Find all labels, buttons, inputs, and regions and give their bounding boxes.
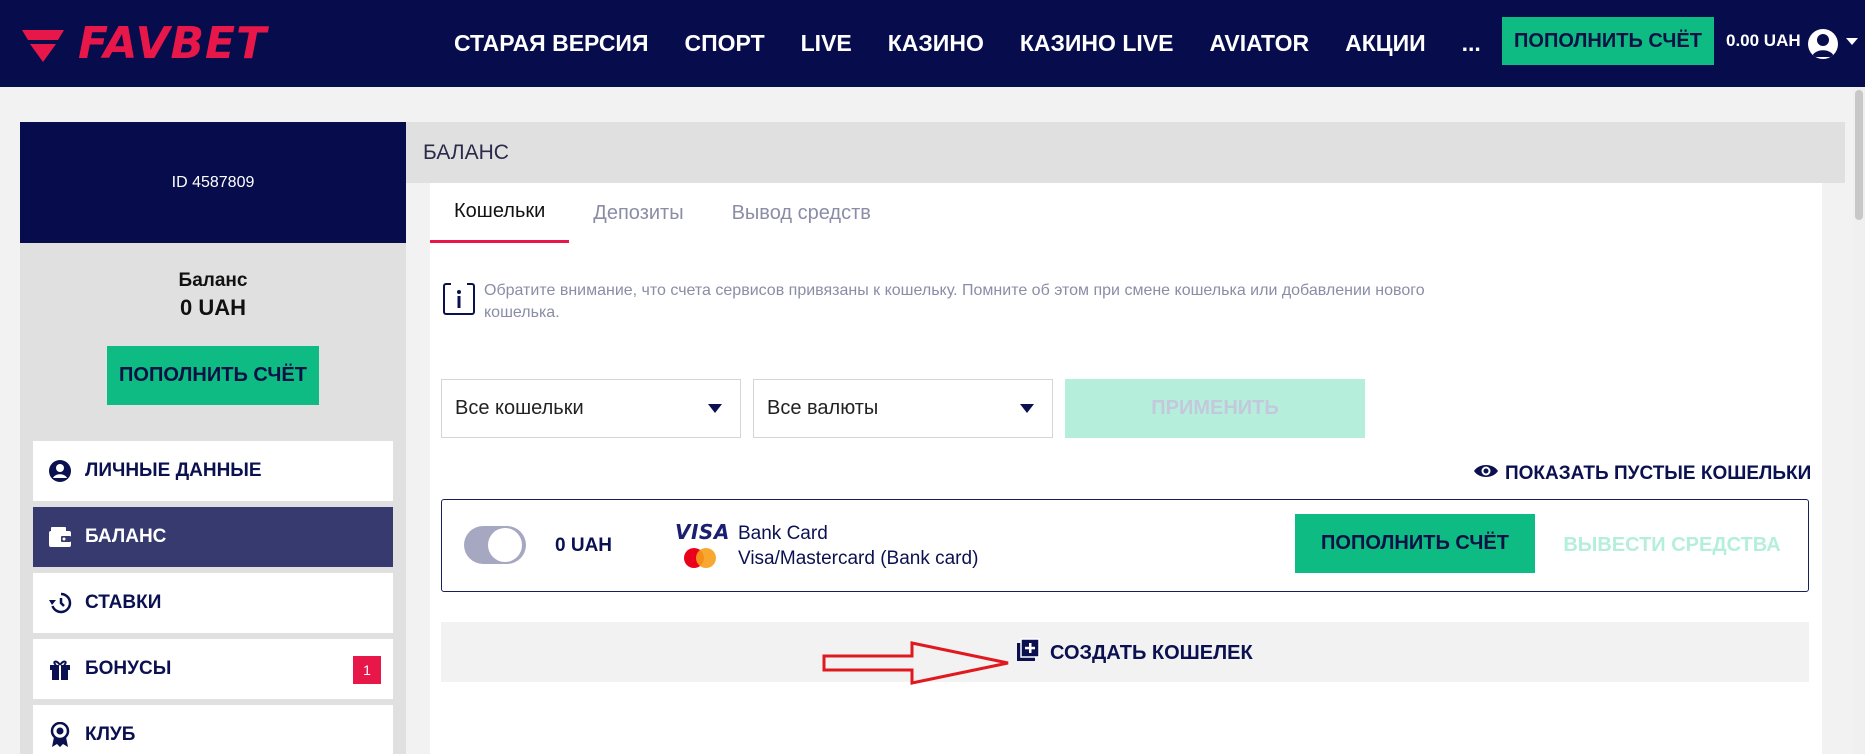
wallets-filter-select[interactable]: Все кошельки bbox=[441, 379, 741, 438]
user-id: ID 4587809 bbox=[20, 122, 406, 243]
show-empty-label: ПОКАЗАТЬ ПУСТЫЕ КОШЕЛЬКИ bbox=[1505, 463, 1812, 484]
wallet-amount: 0 UAH bbox=[555, 535, 613, 556]
balance-tabs: Кошельки Депозиты Вывод средств bbox=[430, 183, 895, 243]
currencies-filter-select[interactable]: Все валюты bbox=[753, 379, 1053, 438]
red-arrow-annotation bbox=[822, 641, 1009, 685]
wallet-withdraw-button[interactable]: ВЫВЕСТИ СРЕДСТВА bbox=[1562, 534, 1782, 557]
info-icon bbox=[442, 280, 476, 316]
mastercard-icon bbox=[681, 546, 719, 570]
sidebar-item-balance[interactable]: БАЛАНС bbox=[33, 507, 393, 567]
tab-deposits[interactable]: Депозиты bbox=[569, 183, 707, 243]
user-avatar-icon[interactable] bbox=[1808, 29, 1838, 59]
create-wallet-button[interactable]: СОЗДАТЬ КОШЕЛЕК bbox=[1016, 638, 1253, 668]
sidebar-item-label: СТАВКИ bbox=[85, 592, 162, 613]
sidebar-item-label: КЛУБ bbox=[85, 724, 136, 745]
scrollbar-thumb[interactable] bbox=[1855, 90, 1863, 220]
main-nav: СТАРАЯ ВЕРСИЯ СПОРТ LIVE КАЗИНО КАЗИНО L… bbox=[454, 0, 1481, 87]
sidebar-deposit-button[interactable]: ПОПОЛНИТЬ СЧЁТ bbox=[107, 346, 319, 405]
caret-down-icon bbox=[1020, 404, 1034, 413]
payment-method-title: Bank Card bbox=[738, 523, 828, 544]
favbet-logo-icon bbox=[22, 29, 64, 62]
chevron-down-icon[interactable] bbox=[1846, 38, 1858, 45]
sidebar-item-label: ЛИЧНЫЕ ДАННЫЕ bbox=[85, 460, 262, 481]
tab-withdrawals[interactable]: Вывод средств bbox=[708, 183, 895, 243]
sidebar-item-personal-data[interactable]: ЛИЧНЫЕ ДАННЫЕ bbox=[33, 441, 393, 501]
visa-logo: VISA bbox=[675, 520, 730, 544]
toggle-knob bbox=[488, 528, 522, 562]
wallet-icon bbox=[47, 524, 73, 550]
sidebar-balance-value: 0 UAH bbox=[179, 295, 246, 320]
nav-sport[interactable]: СПОРТ bbox=[685, 30, 765, 57]
notice-text: Обратите внимание, что счета сервисов пр… bbox=[484, 282, 1425, 321]
add-wallet-icon bbox=[1016, 638, 1040, 668]
nav-more-button[interactable]: ... bbox=[1462, 30, 1481, 57]
wallet-deposit-button[interactable]: ПОПОЛНИТЬ СЧЁТ bbox=[1295, 514, 1535, 573]
payment-method-subtitle: Visa/Mastercard (Bank card) bbox=[738, 548, 979, 569]
bonus-count-badge: 1 bbox=[353, 656, 381, 684]
page-title: БАЛАНС bbox=[423, 141, 509, 164]
nav-casino-live[interactable]: КАЗИНО LIVE bbox=[1020, 30, 1174, 57]
page-header: БАЛАНС bbox=[406, 122, 1845, 183]
header-balance: 0.00 UAH bbox=[1726, 31, 1801, 50]
gift-icon bbox=[47, 656, 73, 682]
wallet-card: 0 UAH VISA Bank Card Visa/Mastercard (Ba… bbox=[441, 499, 1809, 592]
history-icon bbox=[47, 590, 73, 616]
nav-live[interactable]: LIVE bbox=[801, 30, 852, 57]
user-icon bbox=[47, 458, 73, 484]
sidebar-item-label: БАЛАНС bbox=[85, 526, 167, 547]
create-wallet-label: СОЗДАТЬ КОШЕЛЕК bbox=[1050, 641, 1253, 664]
wallet-notice: Обратите внимание, что счета сервисов пр… bbox=[442, 280, 1442, 324]
favbet-logo[interactable]: FAVBET bbox=[18, 18, 267, 69]
currencies-filter-value: Все валюты bbox=[767, 397, 879, 419]
nav-casino[interactable]: КАЗИНО bbox=[888, 30, 984, 57]
sidebar-item-club[interactable]: КЛУБ bbox=[33, 705, 393, 754]
wallets-filter-value: Все кошельки bbox=[455, 397, 584, 419]
sidebar-item-label: БОНУСЫ bbox=[85, 658, 172, 679]
sidebar-panel: Баланс 0 UAH ПОПОЛНИТЬ СЧЁТ ЛИЧНЫЕ ДАННЫ… bbox=[20, 243, 406, 754]
tab-wallets[interactable]: Кошельки bbox=[430, 183, 570, 243]
sidebar-balance-label: Баланс bbox=[178, 270, 248, 291]
nav-aviator[interactable]: AVIATOR bbox=[1209, 30, 1309, 57]
sidebar-item-bonuses[interactable]: БОНУСЫ 1 bbox=[33, 639, 393, 699]
award-icon bbox=[47, 722, 73, 748]
show-empty-wallets-toggle[interactable]: ПОКАЗАТЬ ПУСТЫЕ КОШЕЛЬКИ bbox=[1473, 462, 1811, 486]
top-navigation-bar: FAVBET СТАРАЯ ВЕРСИЯ СПОРТ LIVE КАЗИНО К… bbox=[0, 0, 1865, 87]
apply-button[interactable]: ПРИМЕНИТЬ bbox=[1065, 379, 1365, 438]
wallet-toggle[interactable] bbox=[464, 526, 526, 564]
logo-text: FAVBET bbox=[78, 18, 268, 69]
nav-promotions[interactable]: АКЦИИ bbox=[1345, 30, 1426, 57]
nav-old-version[interactable]: СТАРАЯ ВЕРСИЯ bbox=[454, 30, 649, 57]
eye-icon bbox=[1473, 462, 1499, 486]
sidebar-item-bets[interactable]: СТАВКИ bbox=[33, 573, 393, 633]
header-deposit-button[interactable]: ПОПОЛНИТЬ СЧЁТ bbox=[1502, 17, 1714, 65]
caret-down-icon bbox=[708, 404, 722, 413]
